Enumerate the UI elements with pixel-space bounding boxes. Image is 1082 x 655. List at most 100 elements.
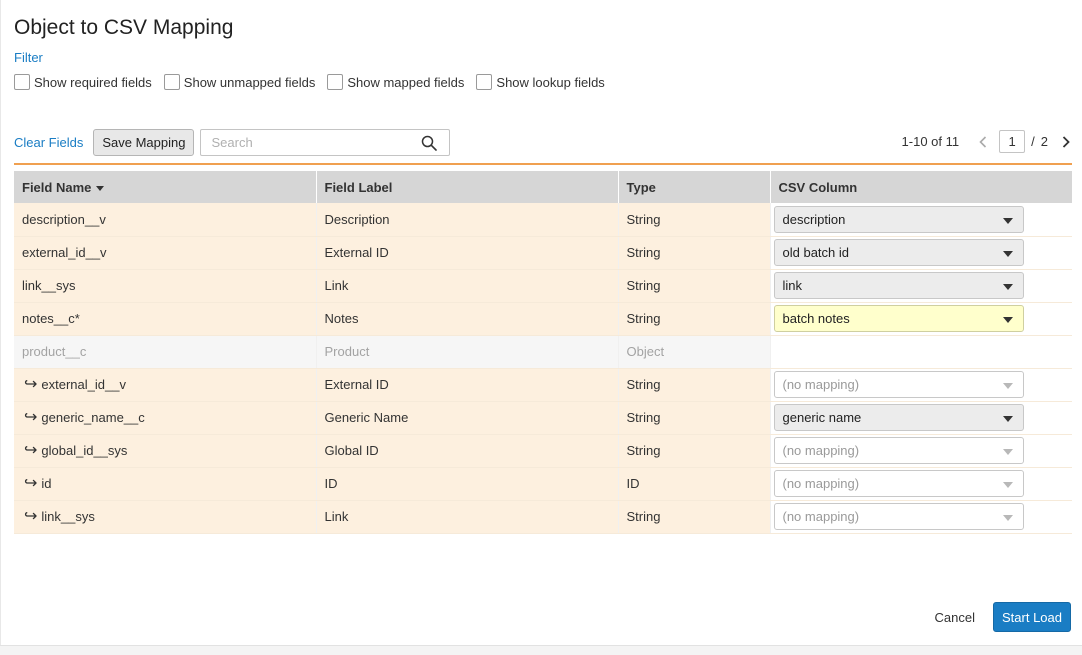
- child-field-name: id: [41, 476, 52, 491]
- field-name-cell: notes__c*: [14, 302, 317, 336]
- mapped-fields-checkbox[interactable]: [327, 74, 344, 90]
- chevron-down-icon: [1002, 284, 1013, 290]
- field-label-cell: Description: [316, 203, 619, 237]
- type-cell: String: [618, 401, 771, 435]
- csv-column-header[interactable]: CSV Column: [770, 171, 1072, 203]
- field-name-cell: ↪ link__sys: [14, 500, 317, 534]
- csv-column-select[interactable]: description: [773, 205, 1024, 233]
- child-arrow-icon: ↪: [24, 474, 38, 492]
- filter-link[interactable]: Filter: [14, 50, 43, 65]
- dialog-bottom-edge: [0, 645, 1082, 655]
- table-header-row: Field Name Field Label Type CSV Column: [14, 171, 1072, 203]
- child-field-name: generic_name__c: [41, 410, 145, 425]
- csv-column-select[interactable]: old batch id: [773, 239, 1024, 266]
- search-input[interactable]: [201, 130, 412, 155]
- chevron-down-icon: [1002, 383, 1013, 389]
- type-cell: String: [618, 236, 771, 270]
- chevron-down-icon: [1002, 217, 1013, 224]
- save-mapping-button[interactable]: Save Mapping: [93, 129, 195, 156]
- chevron-down-icon: [1002, 482, 1013, 488]
- csv-column-cell: [770, 335, 1072, 369]
- table-top-divider: [14, 163, 1072, 165]
- type-cell: String: [618, 434, 771, 468]
- filter-unmapped[interactable]: Show unmapped fields: [163, 74, 316, 90]
- csv-column-value: (no mapping): [782, 443, 860, 458]
- filter-lookup[interactable]: Show lookup fields: [476, 74, 605, 90]
- type-cell: Object: [618, 335, 771, 369]
- csv-column-cell: old batch id: [770, 236, 1072, 270]
- child-arrow-icon: ↪: [24, 507, 38, 525]
- toolbar: Clear Fields Save Mapping: [14, 129, 451, 156]
- csv-column-select[interactable]: (no mapping): [773, 437, 1024, 464]
- child-arrow-icon: ↪: [24, 408, 38, 426]
- csv-column-select[interactable]: link: [773, 272, 1024, 299]
- page-number-input[interactable]: [999, 130, 1026, 153]
- field-label-cell: Notes: [316, 302, 619, 336]
- child-arrow-icon: ↪: [24, 441, 38, 459]
- chevron-left-icon[interactable]: [977, 134, 989, 150]
- field-name-header-label: Field Name: [22, 179, 92, 195]
- type-cell: String: [618, 500, 771, 534]
- filter-mapped[interactable]: Show mapped fields: [327, 74, 464, 90]
- pagination: 1-10 of 11 / 2: [902, 130, 1072, 153]
- csv-column-select[interactable]: (no mapping): [773, 503, 1024, 530]
- table-row: ↪ generic_name__c Generic Name String gen…: [14, 401, 1072, 435]
- cancel-button[interactable]: Cancel: [935, 610, 975, 625]
- field-label-cell: Link: [316, 500, 619, 534]
- child-arrow-icon: ↪: [24, 375, 38, 393]
- table-row: ↪ link__sys Link String (no mapping): [14, 500, 1072, 534]
- csv-column-cell: description: [770, 203, 1072, 237]
- lookup-fields-label: Show lookup fields: [496, 74, 605, 90]
- table-row: description__v Description String descri…: [14, 203, 1072, 237]
- field-label-header[interactable]: Field Label: [316, 171, 619, 203]
- field-name-cell: product__c: [14, 335, 317, 369]
- clear-fields-link[interactable]: Clear Fields: [14, 135, 83, 150]
- csv-column-value: link: [782, 278, 803, 293]
- unmapped-fields-label: Show unmapped fields: [183, 74, 316, 90]
- type-header[interactable]: Type: [618, 171, 771, 203]
- field-label-cell: ID: [316, 467, 619, 501]
- csv-column-select[interactable]: batch notes: [773, 305, 1024, 332]
- csv-column-value: description: [782, 211, 846, 227]
- total-pages: 2: [1040, 134, 1048, 149]
- chevron-right-icon[interactable]: [1060, 134, 1072, 150]
- csv-column-select[interactable]: generic name: [773, 404, 1024, 431]
- csv-column-select[interactable]: (no mapping): [773, 470, 1024, 497]
- field-name-cell: ↪ external_id__v: [14, 368, 317, 402]
- search-box: [200, 129, 451, 156]
- dialog-footer: Cancel Start Load: [935, 602, 1071, 632]
- child-field-name: global_id__sys: [41, 443, 128, 458]
- dialog-left-border: [0, 0, 1, 645]
- field-label-cell: External ID: [316, 368, 619, 402]
- csv-column-value: (no mapping): [782, 377, 860, 392]
- table-row: link__sys Link String link: [14, 269, 1072, 303]
- mapped-fields-label: Show mapped fields: [347, 74, 465, 90]
- chevron-down-icon: [1002, 251, 1013, 257]
- filter-required[interactable]: Show required fields: [14, 74, 152, 90]
- lookup-parent-row: product__c Product Object: [14, 335, 1072, 369]
- lookup-fields-checkbox[interactable]: [476, 74, 493, 90]
- csv-column-value: old batch id: [782, 245, 850, 260]
- chevron-down-icon: [1002, 416, 1013, 422]
- page-separator: /: [1031, 134, 1035, 149]
- csv-column-value: (no mapping): [782, 509, 860, 524]
- table-row: ↪ global_id__sys Global ID String (no map…: [14, 434, 1072, 468]
- field-label-cell: Global ID: [316, 434, 619, 468]
- search-icon[interactable]: [421, 135, 438, 151]
- type-cell: String: [618, 302, 771, 336]
- start-load-button[interactable]: Start Load: [993, 602, 1071, 632]
- table-row: external_id__v External ID String old ba…: [14, 236, 1072, 270]
- required-fields-label: Show required fields: [34, 74, 152, 90]
- csv-column-cell: batch notes: [770, 302, 1072, 336]
- required-fields-checkbox[interactable]: [14, 74, 30, 90]
- type-cell: String: [618, 269, 771, 303]
- field-name-header[interactable]: Field Name: [14, 171, 317, 203]
- csv-column-cell: (no mapping): [770, 368, 1072, 402]
- csv-column-value: batch notes: [782, 311, 850, 326]
- unmapped-fields-checkbox[interactable]: [163, 74, 180, 90]
- child-field-name: external_id__v: [41, 377, 126, 392]
- csv-column-cell: (no mapping): [770, 500, 1072, 534]
- csv-column-select[interactable]: (no mapping): [773, 371, 1024, 398]
- table-row: ↪ id ID ID (no mapping): [14, 467, 1072, 501]
- field-label-cell: Product: [316, 335, 619, 369]
